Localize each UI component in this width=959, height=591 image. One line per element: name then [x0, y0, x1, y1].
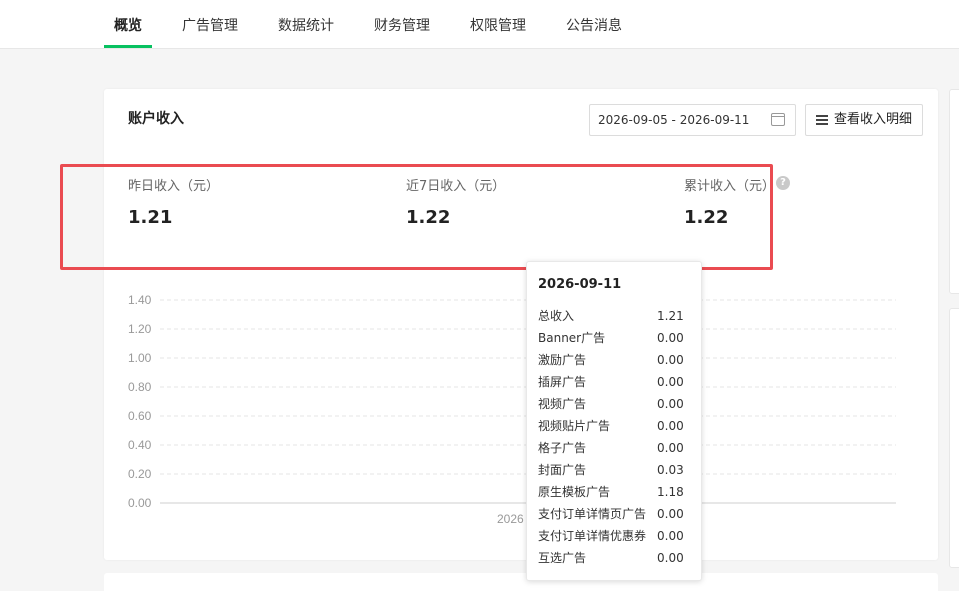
chart-tooltip: 2026-09-11 总收入 1.21 Banner广告 0.00 激励广告 0.00 插屏…: [526, 261, 702, 581]
active-tab-indicator: [104, 45, 152, 48]
date-range-value: 2026-09-05 - 2026-09-11: [598, 113, 750, 127]
yesterday-income-value: 1.21: [128, 207, 173, 228]
tooltip-row-value: 0.00: [657, 331, 684, 345]
calendar-icon: [771, 113, 785, 126]
y-axis-tick-label: 0.00: [128, 496, 152, 510]
side-card-bottom: [949, 308, 959, 568]
y-axis-tick-label: 0.60: [128, 409, 152, 423]
y-axis-tick-label: 1.00: [128, 351, 152, 365]
tooltip-row-value: 1.21: [657, 309, 684, 323]
last7days-income-value: 1.22: [406, 207, 451, 228]
tooltip-row-value: 0.00: [657, 507, 684, 521]
tooltip-row-name: 视频广告: [538, 397, 587, 411]
tooltip-row-name: 支付订单详情页广告: [538, 507, 647, 521]
tab-announcements[interactable]: 公告消息: [566, 0, 622, 49]
y-axis-tick-label: 0.80: [128, 380, 152, 394]
tooltip-row: 封面广告 0.03: [538, 460, 698, 480]
x-axis-tick-label: 2026: [497, 512, 524, 526]
total-income-value: 1.22: [684, 207, 729, 228]
tooltip-row-value: 0.00: [657, 529, 684, 543]
tooltip-row-value: 1.18: [657, 485, 684, 499]
tooltip-row-name: 插屏广告: [538, 375, 587, 389]
tooltip-row-value: 0.00: [657, 441, 684, 455]
tab-overview[interactable]: 概览: [114, 0, 142, 49]
tooltip-row: 互选广告 0.00: [538, 548, 698, 568]
tooltip-row: Banner广告 0.00: [538, 328, 698, 348]
tooltip-row-name: Banner广告: [538, 331, 606, 345]
top-navigation: 概览 广告管理 数据统计 财务管理 权限管理 公告消息: [0, 0, 959, 49]
tooltip-row-name: 支付订单详情优惠券: [538, 529, 647, 543]
tooltip-row-value: 0.00: [657, 551, 684, 565]
y-axis-tick-label: 1.40: [128, 293, 152, 307]
tooltip-row-name: 视频贴片广告: [538, 419, 611, 433]
tab-finance-management[interactable]: 财务管理: [374, 0, 430, 49]
tooltip-row-name: 总收入: [538, 309, 575, 323]
tab-data-statistics[interactable]: 数据统计: [278, 0, 334, 49]
view-income-detail-label: 查看收入明细: [834, 112, 913, 127]
help-icon[interactable]: ?: [776, 176, 790, 190]
tooltip-row: 原生模板广告 1.18: [538, 482, 698, 502]
tooltip-date: 2026-09-11: [538, 277, 622, 292]
y-axis: 1.40 1.20 1.00 0.80 0.60 0.40 0.20 0.00: [128, 293, 152, 510]
tooltip-row-value: 0.00: [657, 419, 684, 433]
tooltip-row: 激励广告 0.00: [538, 350, 698, 370]
tab-ad-management[interactable]: 广告管理: [182, 0, 238, 49]
tooltip-row-value: 0.00: [657, 375, 684, 389]
yesterday-income-label: 昨日收入（元）: [128, 179, 220, 194]
tooltip-row: 视频贴片广告 0.00: [538, 416, 698, 436]
total-income-label: 累计收入（元）: [684, 179, 776, 194]
tooltip-row: 格子广告 0.00: [538, 438, 698, 458]
last7days-income-label: 近7日收入（元）: [406, 179, 506, 194]
tooltip-row-name: 原生模板广告: [538, 485, 611, 499]
y-axis-tick-label: 0.20: [128, 467, 152, 481]
tooltip-row: 插屏广告 0.00: [538, 372, 698, 392]
tooltip-row: 支付订单详情优惠券 0.00: [538, 526, 698, 546]
tooltip-row: 视频广告 0.00: [538, 394, 698, 414]
tooltip-row: 支付订单详情页广告 0.00: [538, 504, 698, 524]
next-card: [104, 573, 938, 591]
list-icon: [816, 115, 828, 125]
tooltip-row-name: 激励广告: [538, 353, 587, 367]
tooltip-row-value: 0.00: [657, 397, 684, 411]
tooltip-row-value: 0.00: [657, 353, 684, 367]
view-income-detail-button[interactable]: 查看收入明细: [805, 104, 923, 136]
tab-permission-management[interactable]: 权限管理: [470, 0, 526, 49]
y-axis-tick-label: 0.40: [128, 438, 152, 452]
side-card-top: [949, 89, 959, 294]
income-chart: 1.40 1.20 1.00 0.80 0.60 0.40 0.20 0.00 2026: [128, 293, 896, 526]
date-range-picker[interactable]: 2026-09-05 - 2026-09-11: [589, 104, 796, 136]
tooltip-row-name: 封面广告: [538, 463, 587, 477]
tooltip-row-value: 0.03: [657, 463, 684, 477]
y-axis-tick-label: 1.20: [128, 322, 152, 336]
card-title: 账户收入: [128, 111, 184, 127]
tooltip-row-name: 互选广告: [538, 551, 587, 565]
tooltip-row: 总收入 1.21: [538, 306, 698, 326]
tooltip-row-name: 格子广告: [538, 441, 587, 455]
